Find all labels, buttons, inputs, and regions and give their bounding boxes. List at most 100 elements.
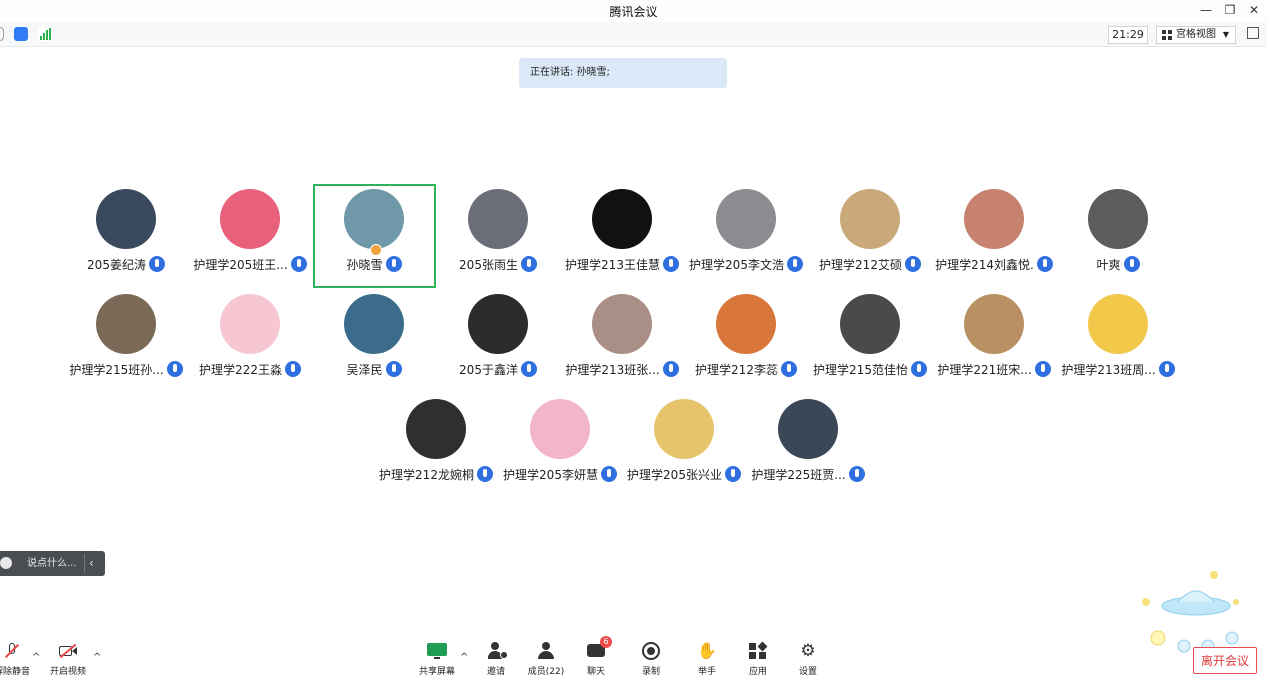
share-screen-button[interactable]: 共享屏幕 xyxy=(417,642,457,677)
participant-name: 护理学205张兴业 xyxy=(627,468,722,482)
participant-name: 205张雨生 xyxy=(459,258,518,272)
participant-tile[interactable]: 205姜纪涛 xyxy=(66,189,186,289)
participant-avatar xyxy=(220,189,280,249)
participant-tile[interactable]: 护理学213班张... xyxy=(562,294,682,394)
leave-meeting-button[interactable]: 离开会议 xyxy=(1193,647,1257,674)
participant-name: 护理学213班张... xyxy=(565,363,660,377)
participant-avatar xyxy=(530,399,590,459)
participant-tile[interactable]: 护理学221班宋... xyxy=(934,294,1054,394)
participant-tile[interactable]: 护理学212李蕊 xyxy=(686,294,806,394)
participant-tile[interactable]: 护理学215班孙... xyxy=(66,294,186,394)
participant-tile[interactable]: 护理学212龙婉桐 xyxy=(376,399,496,499)
security-shield-icon[interactable] xyxy=(14,27,28,41)
settings-label: 设置 xyxy=(798,667,817,677)
participant-name: 护理学205班王... xyxy=(193,258,288,272)
participant-tile[interactable]: 护理学213王佳慧 xyxy=(562,189,682,289)
participant-tile[interactable]: 护理学215范佳怡 xyxy=(810,294,930,394)
mic-status-icon xyxy=(385,361,402,377)
chat-placeholder: 说点什么... xyxy=(27,558,77,569)
participant-name-line: 叶爽 xyxy=(1038,256,1198,273)
participant-name: 护理学205李妍慧 xyxy=(503,468,598,482)
network-signal-icon[interactable] xyxy=(38,27,52,41)
record-button[interactable]: 录制 xyxy=(631,642,671,677)
participant-avatar xyxy=(840,294,900,354)
participant-name: 护理学221班宋... xyxy=(937,363,1032,377)
members-button[interactable]: 成员(22) xyxy=(526,642,566,677)
apps-button[interactable]: 应用 xyxy=(738,641,778,677)
chat-button[interactable]: 6 聊天 xyxy=(576,636,616,677)
audio-options-chevron-icon[interactable]: ^ xyxy=(32,652,40,663)
participant-name: 205姜纪涛 xyxy=(87,258,146,272)
invite-icon xyxy=(486,642,508,660)
divider xyxy=(84,554,85,573)
participant-tile[interactable]: 护理学205班王... xyxy=(190,189,310,289)
participant-name: 叶爽 xyxy=(1096,258,1121,272)
participant-name: 护理学213王佳慧 xyxy=(565,258,660,272)
emoji-icon[interactable] xyxy=(0,557,12,569)
participant-name: 护理学212龙婉桐 xyxy=(379,468,474,482)
participant-tile[interactable]: 护理学212艾硕 xyxy=(810,189,930,289)
collapse-arrow-icon[interactable]: ‹ xyxy=(89,551,94,576)
participant-name: 护理学225班贾... xyxy=(751,468,846,482)
meeting-controls: 解除静音 ^ 开启视频 ^ 共享屏幕 ^ 邀请 成员(22) xyxy=(0,636,1267,677)
participant-avatar xyxy=(406,399,466,459)
view-mode-dropdown[interactable]: 宫格视图 ▼ xyxy=(1156,26,1236,44)
start-video-label: 开启视频 xyxy=(49,667,86,677)
participant-tile[interactable]: 护理学214刘鑫悦. xyxy=(934,189,1054,289)
apps-label: 应用 xyxy=(748,667,767,677)
fullscreen-icon[interactable] xyxy=(1247,27,1259,39)
participant-name: 护理学222王淼 xyxy=(199,363,282,377)
chat-quick-input[interactable]: 说点什么... ‹ xyxy=(0,551,105,576)
participant-tile[interactable]: 护理学213班周... xyxy=(1058,294,1178,394)
record-icon xyxy=(641,642,661,660)
participant-name: 护理学205李文浩 xyxy=(689,258,784,272)
start-video-button[interactable]: 开启视频 xyxy=(48,642,88,677)
muted-mic-icon xyxy=(2,642,22,660)
participant-name: 护理学212李蕊 xyxy=(695,363,778,377)
participant-name-line: 护理学213班周... xyxy=(1038,361,1198,378)
view-mode-label: 宫格视图 xyxy=(1176,29,1216,40)
participant-tile[interactable]: 205于鑫洋 xyxy=(438,294,558,394)
participant-avatar xyxy=(778,399,838,459)
minimize-icon[interactable]: — xyxy=(1195,1,1217,19)
unmute-button[interactable]: 解除静音 xyxy=(0,642,32,677)
participant-tile[interactable]: 护理学225班贾... xyxy=(748,399,868,499)
participant-tile[interactable]: 护理学205李文浩 xyxy=(686,189,806,289)
raise-hand-button[interactable]: ✋ 举手 xyxy=(687,642,727,677)
video-off-icon xyxy=(58,642,78,660)
participant-name: 护理学213班周... xyxy=(1061,363,1156,377)
participant-avatar xyxy=(1088,294,1148,354)
share-screen-icon xyxy=(427,642,447,660)
unmute-label: 解除静音 xyxy=(0,667,30,677)
chevron-down-icon: ▼ xyxy=(1222,30,1229,39)
chat-badge: 6 xyxy=(600,636,612,648)
grid-view-icon xyxy=(1162,30,1172,40)
invite-label: 邀请 xyxy=(486,667,505,677)
window-title: 腾讯会议 xyxy=(609,5,658,19)
chat-icon: 6 xyxy=(586,636,612,660)
participant-name: 205于鑫洋 xyxy=(459,363,518,377)
close-icon[interactable]: ✕ xyxy=(1243,1,1265,19)
restore-icon[interactable]: ❐ xyxy=(1219,1,1241,19)
settings-button[interactable]: ⚙ 设置 xyxy=(788,642,828,677)
participant-tile[interactable]: 护理学205李妍慧 xyxy=(500,399,620,499)
participant-avatar xyxy=(592,189,652,249)
invite-button[interactable]: 邀请 xyxy=(476,642,516,677)
participant-avatar xyxy=(964,294,1024,354)
mic-status-icon xyxy=(1158,361,1175,377)
participant-name: 护理学215班孙... xyxy=(69,363,164,377)
video-options-chevron-icon[interactable]: ^ xyxy=(93,652,101,663)
participant-avatar xyxy=(96,189,156,249)
members-icon xyxy=(536,642,556,660)
participant-name: 护理学212艾硕 xyxy=(819,258,902,272)
members-label: 成员(22) xyxy=(527,667,565,677)
participant-tile[interactable]: 护理学205张兴业 xyxy=(624,399,744,499)
participant-tile[interactable]: 叶爽 xyxy=(1058,189,1178,289)
participant-avatar xyxy=(96,294,156,354)
share-options-chevron-icon[interactable]: ^ xyxy=(460,652,468,663)
info-icon[interactable] xyxy=(0,27,4,41)
participant-tile[interactable]: 护理学222王淼 xyxy=(190,294,310,394)
participant-tile[interactable]: 205张雨生 xyxy=(438,189,558,289)
participant-tile[interactable]: 吴泽民 xyxy=(314,294,434,394)
chat-label: 聊天 xyxy=(586,667,605,677)
